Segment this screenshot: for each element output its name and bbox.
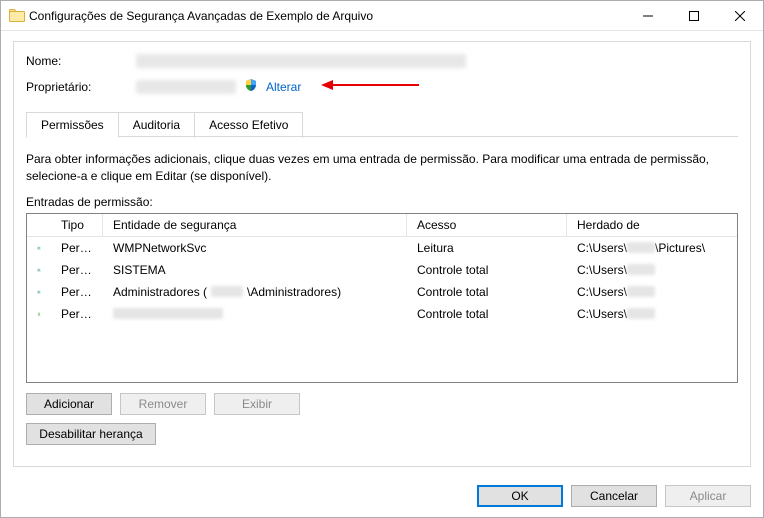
view-button[interactable]: Exibir (214, 393, 300, 415)
disable-inheritance-button[interactable]: Desabilitar herança (26, 423, 156, 445)
cancel-button[interactable]: Cancelar (571, 485, 657, 507)
ok-button[interactable]: OK (477, 485, 563, 507)
cell-entidade: Administradores (\Administradores) (103, 283, 407, 301)
cell-tipo: Perm… (51, 305, 103, 323)
cell-tipo: Perm… (51, 239, 103, 257)
name-label: Nome: (26, 54, 136, 68)
cell-acesso: Controle total (407, 305, 567, 323)
cell-herdado: C:\Users\ (567, 305, 737, 323)
cell-acesso: Controle total (407, 283, 567, 301)
list-header[interactable]: Tipo Entidade de segurança Acesso Herdad… (27, 214, 737, 237)
description-text: Para obter informações adicionais, cliqu… (26, 151, 738, 185)
owner-row: Proprietário: Alterar (26, 78, 738, 95)
entry-buttons: Adicionar Remover Exibir (26, 393, 738, 415)
name-value-redacted (136, 54, 466, 68)
cell-tipo: Perm… (51, 283, 103, 301)
apply-button[interactable]: Aplicar (665, 485, 751, 507)
main-panel: Nome: Proprietário: Alterar (13, 41, 751, 467)
folder-icon (9, 8, 25, 24)
name-row: Nome: (26, 54, 738, 68)
table-row[interactable]: Perm…SISTEMAControle totalC:\Users\ (27, 259, 737, 281)
add-button[interactable]: Adicionar (26, 393, 112, 415)
tab-auditing[interactable]: Auditoria (119, 112, 195, 138)
change-owner-link[interactable]: Alterar (266, 80, 301, 94)
titlebar[interactable]: Configurações de Segurança Avançadas de … (1, 1, 763, 31)
person-icon (27, 304, 51, 324)
cell-acesso: Controle total (407, 261, 567, 279)
inheritance-buttons: Desabilitar herança (26, 423, 738, 445)
cell-herdado: C:\Users\\Pictures\ (567, 239, 737, 257)
cell-entidade: SISTEMA (103, 261, 407, 279)
owner-value-redacted (136, 80, 236, 94)
minimize-button[interactable] (625, 1, 671, 30)
table-row[interactable]: Perm…WMPNetworkSvcLeituraC:\Users\\Pictu… (27, 237, 737, 259)
window-title: Configurações de Segurança Avançadas de … (25, 9, 625, 23)
entries-label: Entradas de permissão: (26, 195, 738, 209)
remove-button[interactable]: Remover (120, 393, 206, 415)
cell-herdado: C:\Users\ (567, 283, 737, 301)
owner-label: Proprietário: (26, 80, 136, 94)
cell-tipo: Perm… (51, 261, 103, 279)
shield-icon (244, 78, 258, 95)
table-row[interactable]: Perm… Controle totalC:\Users\ (27, 303, 737, 325)
dialog-footer: OK Cancelar Aplicar (1, 475, 763, 517)
window-controls (625, 1, 763, 30)
group-icon (27, 260, 51, 280)
cell-entidade (103, 306, 407, 321)
maximize-button[interactable] (671, 1, 717, 30)
cell-herdado: C:\Users\ (567, 261, 737, 279)
annotation-arrow-icon (321, 78, 421, 95)
col-acesso[interactable]: Acesso (407, 214, 567, 236)
content-area: Nome: Proprietário: Alterar (1, 31, 763, 475)
col-herdado[interactable]: Herdado de (567, 214, 737, 236)
tab-permissions[interactable]: Permissões (26, 112, 119, 138)
advanced-security-window: Configurações de Segurança Avançadas de … (0, 0, 764, 518)
permission-entries-list[interactable]: Tipo Entidade de segurança Acesso Herdad… (26, 213, 738, 383)
group-icon (27, 282, 51, 302)
col-tipo[interactable]: Tipo (51, 214, 103, 236)
table-row[interactable]: Perm…Administradores (\Administradores)C… (27, 281, 737, 303)
col-entidade[interactable]: Entidade de segurança (103, 214, 407, 236)
cell-acesso: Leitura (407, 239, 567, 257)
group-icon (27, 238, 51, 258)
owner-value-group: Alterar (136, 78, 421, 95)
tab-effective-access[interactable]: Acesso Efetivo (195, 112, 303, 138)
tabs: Permissões Auditoria Acesso Efetivo (26, 105, 738, 137)
close-button[interactable] (717, 1, 763, 30)
cell-entidade: WMPNetworkSvc (103, 239, 407, 257)
